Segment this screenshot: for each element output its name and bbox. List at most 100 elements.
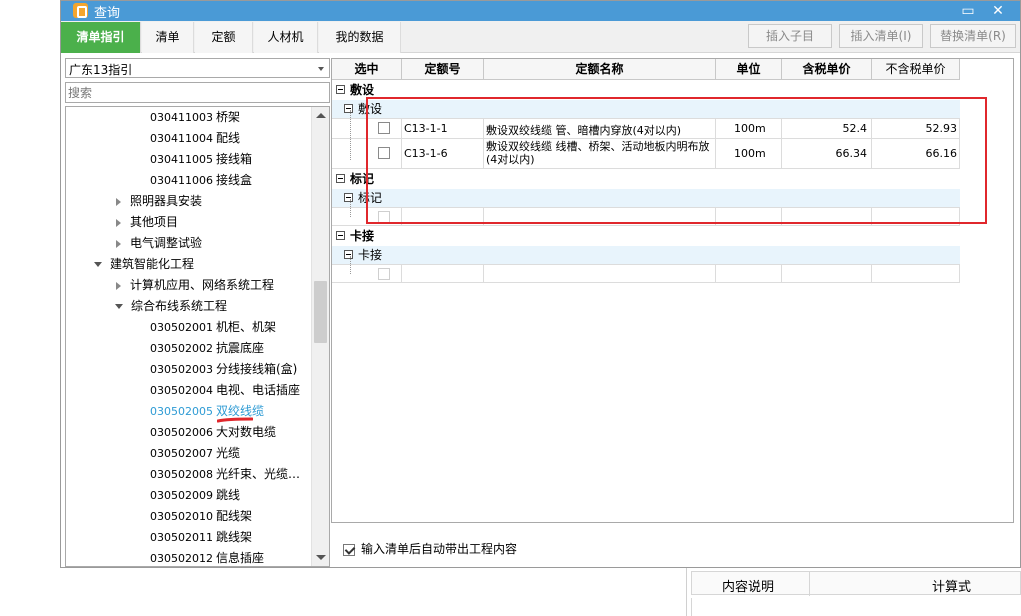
search-input[interactable] [66, 83, 329, 102]
tree-node[interactable]: 计算机应用、网络系统工程 [116, 275, 274, 296]
guide-selector[interactable]: 广东13指引 [65, 58, 330, 78]
insert-list-button[interactable]: 插入清单(I) [839, 24, 923, 48]
grid-header: 选中 定额号 定额名称 单位 含税单价 不含税单价 [332, 59, 960, 80]
tree-item[interactable]: 030502011 跳线架 [150, 527, 252, 548]
tab-list-guide[interactable]: 清单指引 [61, 22, 141, 53]
tree-item-code: 030502002 [150, 342, 213, 355]
quota-unit [716, 265, 782, 282]
content-formula-panel: 内容说明 计算式 [686, 568, 1021, 616]
tree-node[interactable]: 照明器具安装 [116, 191, 202, 212]
tree-item[interactable]: 030502008 光纤束、光缆… [150, 464, 300, 485]
tree-item[interactable]: 030502007 光缆 [150, 443, 240, 464]
tree-item-code: 030411003 [150, 111, 213, 124]
maximize-button[interactable]: ▭ [954, 1, 982, 21]
tree-node[interactable]: 电气调整试验 [116, 233, 202, 254]
empty-quota-row[interactable] [332, 265, 960, 283]
close-button[interactable]: ✕ [984, 1, 1012, 21]
collapse-icon[interactable] [336, 174, 345, 183]
tree-item-label: 接线箱 [216, 152, 253, 166]
collapse-icon[interactable] [94, 262, 102, 267]
price-with-tax [782, 265, 872, 282]
column-header-quota-name[interactable]: 定额名称 [484, 59, 716, 80]
tree-item[interactable]: 030502003 分线接线箱(盒) [150, 359, 297, 380]
formula-header: 计算式 [932, 580, 972, 595]
left-panel: 广东13指引 030411003桥架 030411004配线 030411005… [65, 56, 330, 567]
scroll-up-icon[interactable] [316, 113, 326, 118]
tree-item[interactable]: 030411006 接线盒 [150, 170, 252, 191]
collapse-icon[interactable] [344, 250, 353, 259]
subgroup-row[interactable]: 卡接 [332, 246, 960, 265]
tree-scrollbar[interactable] [311, 107, 329, 566]
tab-list[interactable]: 清单 [142, 22, 194, 53]
auto-bring-content-checkbox[interactable] [343, 543, 355, 556]
tree-item[interactable]: 030502012 信息插座 [150, 548, 264, 566]
content-formula-row[interactable] [691, 598, 1021, 616]
tree-item[interactable]: 030502009 跳线 [150, 485, 240, 506]
row-checkbox[interactable] [378, 268, 390, 280]
column-header-price-notax[interactable]: 不含税单价 [872, 59, 960, 80]
auto-bring-content-label: 输入清单后自动带出工程内容 [361, 542, 518, 556]
tree-item-code: 030411004 [150, 132, 213, 145]
tree-item[interactable]: 030411003 桥架 [150, 107, 240, 128]
tree-item-label: 配线 [216, 131, 241, 145]
scroll-thumb[interactable] [314, 281, 327, 343]
collapse-icon[interactable] [115, 304, 123, 309]
auto-bring-content-option[interactable]: 输入清单后自动带出工程内容 [343, 540, 517, 557]
collapse-icon[interactable] [344, 104, 353, 113]
column-header-selected[interactable]: 选中 [332, 59, 402, 80]
chevron-down-icon[interactable] [318, 67, 324, 71]
expand-icon[interactable] [116, 281, 121, 290]
tree-item-label: 光纤束、光缆… [216, 467, 301, 481]
window-title: 查询 [94, 6, 121, 21]
tree-item[interactable]: 030502010 配线架 [150, 506, 252, 527]
insert-child-button[interactable]: 插入子目 [748, 24, 832, 48]
tree-item[interactable]: 030502004 电视、电话插座 [150, 380, 300, 401]
tab-labor-material[interactable]: 人材机 [254, 22, 318, 53]
collapse-icon[interactable] [336, 231, 345, 240]
collapse-icon[interactable] [344, 193, 353, 202]
column-header-price-tax[interactable]: 含税单价 [782, 59, 872, 80]
tree-item-code: 030502003 [150, 363, 213, 376]
tree-item-label: 抗震底座 [216, 341, 265, 355]
price-without-tax [872, 265, 960, 282]
group-row[interactable]: 卡接 [332, 227, 960, 246]
tab-quota[interactable]: 定额 [195, 22, 253, 53]
tree-item[interactable]: 030502006 大对数电缆 [150, 422, 276, 443]
tree-item[interactable]: 030411005 接线箱 [150, 149, 252, 170]
search-box[interactable] [65, 82, 330, 103]
scroll-down-icon[interactable] [316, 555, 326, 560]
guide-selector-value: 广东13指引 [69, 63, 133, 77]
tree-node[interactable]: 建筑智能化工程 [94, 254, 194, 275]
tree-item-label: 桥架 [216, 110, 241, 124]
tree-item-label: 配线架 [216, 509, 253, 523]
tree-item-label: 分线接线箱(盒) [216, 362, 298, 376]
select-cell [332, 265, 402, 282]
tree-item-code: 030502010 [150, 510, 213, 523]
replace-list-button[interactable]: 替换清单(R) [930, 24, 1016, 48]
tree-item[interactable]: 030502001 机柜、机架 [150, 317, 276, 338]
tree-item-code: 030502006 [150, 426, 213, 439]
expand-icon[interactable] [116, 239, 121, 248]
column-header-quota-code[interactable]: 定额号 [402, 59, 484, 80]
column-header-unit[interactable]: 单位 [716, 59, 782, 80]
tree-item-code: 030502005 [150, 405, 213, 418]
tree-node[interactable]: 其他项目 [116, 212, 178, 233]
tab-my-data[interactable]: 我的数据 [319, 22, 401, 53]
tree-item-label: 跳线 [216, 488, 241, 502]
red-annotation-underline [217, 417, 253, 423]
expand-icon[interactable] [116, 218, 121, 227]
expand-icon[interactable] [116, 197, 121, 206]
subgroup-label: 卡接 [358, 248, 383, 262]
collapse-icon[interactable] [336, 85, 345, 94]
tree-node[interactable]: 综合布线系统工程 [115, 296, 227, 317]
tree-item[interactable]: 030411004 配线 [150, 128, 240, 149]
tree-item-label: 机柜、机架 [216, 320, 277, 334]
group-label: 卡接 [350, 229, 375, 243]
tree-connector [350, 199, 351, 217]
tree-node-label: 电气调整试验 [130, 236, 203, 250]
tree-item-code: 030502007 [150, 447, 213, 460]
tree-connector [350, 110, 351, 160]
tree-item-code: 030411005 [150, 153, 213, 166]
tree-item[interactable]: 030502002 抗震底座 [150, 338, 264, 359]
tree-node-label: 计算机应用、网络系统工程 [130, 278, 275, 292]
